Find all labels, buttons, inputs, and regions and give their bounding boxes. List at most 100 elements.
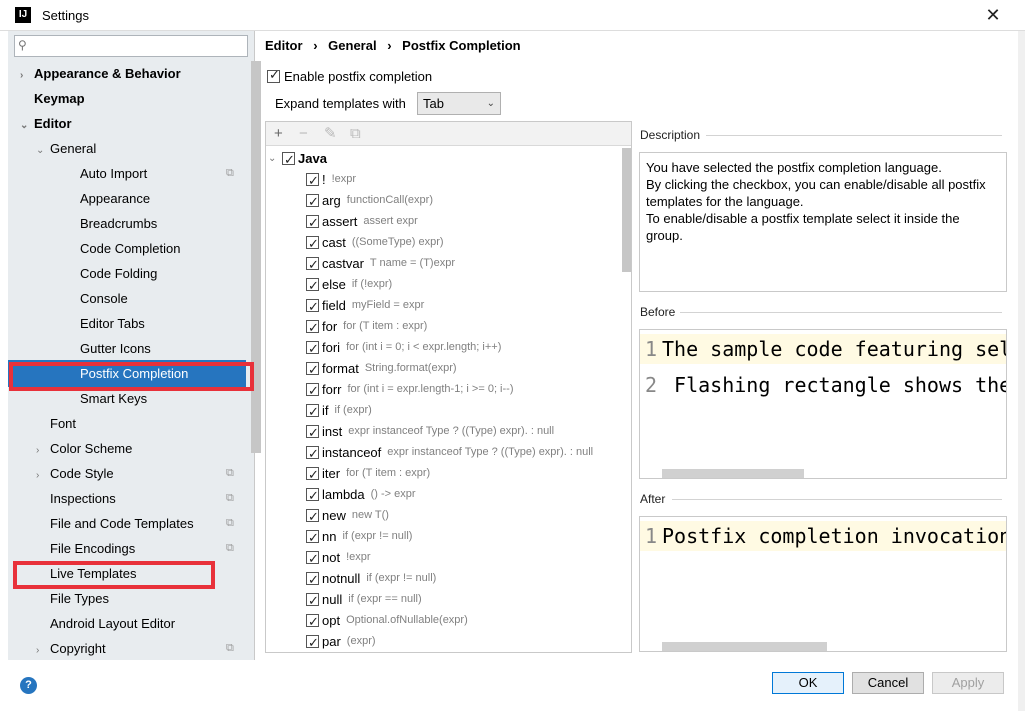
checkbox-icon[interactable]	[306, 401, 319, 422]
before-hscrollbar[interactable]	[662, 469, 804, 478]
title-bar: IJ Settings ✕	[0, 0, 1025, 31]
tree-item-keymap[interactable]: Keymap	[20, 86, 242, 111]
chevron-right-icon[interactable]: ›	[36, 638, 50, 663]
chevron-right-icon[interactable]: ›	[36, 438, 50, 463]
checkbox-icon[interactable]	[306, 338, 319, 359]
tree-item-inspections[interactable]: Inspections ⧉	[36, 486, 242, 511]
checkbox-icon[interactable]	[306, 233, 319, 254]
checkbox-icon[interactable]	[306, 506, 319, 527]
tree-item-auto-import[interactable]: Auto Import ⧉	[66, 161, 242, 186]
tree-item-color-scheme[interactable]: › Color Scheme	[36, 436, 242, 461]
add-icon[interactable]: +	[274, 124, 283, 144]
checkbox-icon[interactable]	[306, 611, 319, 632]
after-hscrollbar[interactable]	[662, 642, 827, 651]
template-row[interactable]: notnull if (expr != null)	[306, 568, 436, 590]
checkbox-icon[interactable]	[306, 422, 319, 443]
tree-item-code-style[interactable]: › Code Style ⧉	[36, 461, 242, 486]
remove-icon[interactable]: −	[299, 124, 308, 144]
tree-item-android-layout-editor[interactable]: Android Layout Editor	[36, 611, 242, 636]
chevron-down-icon[interactable]: ⌄	[36, 138, 50, 163]
checkbox-icon[interactable]	[267, 67, 280, 83]
template-row[interactable]: opt Optional.ofNullable(expr)	[306, 610, 468, 632]
checkbox-icon[interactable]	[306, 359, 319, 380]
tree-item-editor[interactable]: ⌄ Editor	[20, 111, 242, 136]
ok-button[interactable]: OK	[772, 672, 844, 694]
template-row[interactable]: null if (expr == null)	[306, 589, 422, 611]
copy-icon[interactable]: ⧉	[350, 124, 361, 144]
checkbox-icon[interactable]	[306, 443, 319, 464]
checkbox-icon[interactable]	[306, 548, 319, 569]
checkbox-icon[interactable]	[306, 254, 319, 275]
template-row[interactable]: ! !expr	[306, 169, 356, 191]
template-row[interactable]: lambda () -> expr	[306, 484, 416, 506]
breadcrumb-editor[interactable]: Editor	[265, 38, 303, 53]
tree-item-breadcrumbs[interactable]: Breadcrumbs	[66, 211, 242, 236]
template-row[interactable]: field myField = expr	[306, 295, 424, 317]
chevron-right-icon[interactable]: ›	[36, 463, 50, 488]
checkbox-icon[interactable]	[306, 296, 319, 317]
template-row[interactable]: not !expr	[306, 547, 371, 569]
enable-postfix-checkbox[interactable]: Enable postfix completion	[267, 67, 432, 84]
template-row[interactable]: format String.format(expr)	[306, 358, 457, 380]
tree-item-console[interactable]: Console	[66, 286, 242, 311]
checkbox-icon[interactable]	[306, 569, 319, 590]
checkbox-icon[interactable]	[306, 590, 319, 611]
apply-button[interactable]: Apply	[932, 672, 1004, 694]
template-row[interactable]: inst expr instanceof Type ? ((Type) expr)…	[306, 421, 554, 443]
tree-item-file-types[interactable]: File Types	[36, 586, 242, 611]
breadcrumb-general[interactable]: General	[328, 38, 376, 53]
template-row[interactable]: instanceof expr instanceof Type ? ((Type)…	[306, 442, 593, 464]
expand-templates-select[interactable]: Tab ⌄	[417, 92, 501, 115]
checkbox-icon[interactable]	[306, 632, 319, 653]
checkbox-icon[interactable]	[306, 485, 319, 506]
checkbox-icon[interactable]	[306, 275, 319, 296]
cancel-button[interactable]: Cancel	[852, 672, 924, 694]
template-row[interactable]: nn if (expr != null)	[306, 526, 412, 548]
tree-item-appearance-behavior[interactable]: › Appearance & Behavior	[20, 61, 242, 86]
tree-item-code-completion[interactable]: Code Completion	[66, 236, 242, 261]
tree-item-file-and-code-templates[interactable]: File and Code Templates ⧉	[36, 511, 242, 536]
tree-item-copyright[interactable]: › Copyright ⧉	[36, 636, 242, 661]
search-input[interactable]: ⚲	[14, 35, 248, 57]
checkbox-icon[interactable]	[306, 212, 319, 233]
template-row[interactable]: else if (!expr)	[306, 274, 392, 296]
template-row[interactable]: if if (expr)	[306, 400, 372, 422]
tree-item-general[interactable]: ⌄ General	[36, 136, 242, 161]
template-row[interactable]: for for (T item : expr)	[306, 316, 427, 338]
template-row[interactable]: iter for (T item : expr)	[306, 463, 430, 485]
checkbox-icon[interactable]	[306, 170, 319, 191]
template-key: nn	[322, 529, 337, 544]
checkbox-icon[interactable]	[282, 149, 295, 170]
checkbox-icon[interactable]	[306, 464, 319, 485]
template-row[interactable]: castvar T name = (T)expr	[306, 253, 455, 275]
help-icon[interactable]: ?	[20, 677, 37, 694]
checkbox-icon[interactable]	[306, 317, 319, 338]
tree-item-appearance[interactable]: Appearance	[66, 186, 242, 211]
java-group-row[interactable]: ⌄ Java	[268, 148, 327, 170]
chevron-down-icon[interactable]: ⌄	[20, 113, 34, 138]
edit-icon[interactable]: ✎	[324, 124, 337, 144]
tree-item-code-folding[interactable]: Code Folding	[66, 261, 242, 286]
checkbox-icon[interactable]	[306, 527, 319, 548]
close-icon[interactable]: ✕	[980, 3, 1006, 27]
checkbox-icon[interactable]	[306, 191, 319, 212]
template-row[interactable]: fori for (int i = 0; i < expr.length; i++…	[306, 337, 501, 359]
tree-item-editor-tabs[interactable]: Editor Tabs	[66, 311, 242, 336]
checkbox-icon[interactable]	[306, 380, 319, 401]
template-row[interactable]: forr for (int i = expr.length-1; i >= 0; …	[306, 379, 514, 401]
template-row[interactable]: par (expr)	[306, 631, 376, 653]
template-row[interactable]: arg functionCall(expr)	[306, 190, 433, 212]
chevron-down-icon[interactable]: ⌄	[268, 148, 282, 169]
template-row[interactable]: new new T()	[306, 505, 389, 527]
template-row[interactable]: assert assert expr	[306, 211, 418, 233]
template-description: () -> expr	[370, 488, 416, 500]
tree-item-gutter-icons[interactable]: Gutter Icons	[66, 336, 242, 361]
tree-item-font[interactable]: Font	[36, 411, 242, 436]
tree-item-file-encodings[interactable]: File Encodings ⧉	[36, 536, 242, 561]
tree-scrollbar[interactable]	[251, 61, 261, 453]
template-key: not	[322, 550, 341, 565]
chevron-right-icon[interactable]: ›	[20, 63, 34, 88]
template-row[interactable]: cast ((SomeType) expr)	[306, 232, 444, 254]
tree-item-label: Breadcrumbs	[80, 216, 158, 231]
templates-scrollbar[interactable]	[622, 148, 631, 272]
